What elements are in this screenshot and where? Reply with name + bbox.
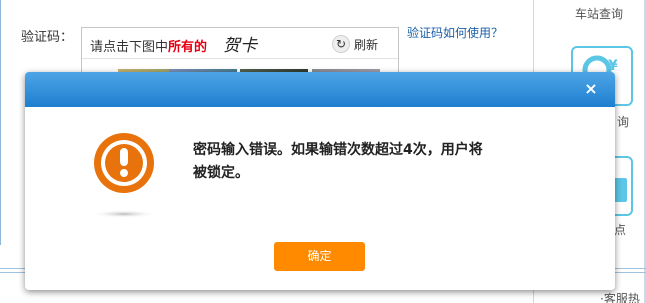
sidebar-station-query[interactable]: 车站查询 xyxy=(575,5,623,22)
error-dialog: × 密码输入错误。如果输错次数超过4次，用户将 被锁定。 确定 xyxy=(25,72,615,290)
captcha-box: 请点击下图中所有的 贺卡 ↻ 刷新 xyxy=(81,27,399,75)
captcha-word: 贺卡 xyxy=(223,36,257,56)
refresh-button[interactable]: 刷新 xyxy=(354,36,378,53)
message-line: 密码输入错误。如果输错次数超过4次，用户将 xyxy=(193,142,483,158)
captcha-label: 验证码： xyxy=(21,30,74,45)
dialog-message: 密码输入错误。如果输错次数超过4次，用户将 被锁定。 xyxy=(193,139,553,185)
dialog-header: × xyxy=(25,72,615,107)
confirm-button[interactable]: 确定 xyxy=(274,242,365,271)
close-icon[interactable]: × xyxy=(581,79,601,99)
refresh-icon[interactable]: ↻ xyxy=(332,35,350,53)
warning-icon xyxy=(91,133,157,218)
captcha-separator xyxy=(82,58,398,59)
page-left-border xyxy=(0,0,1,245)
captcha-instruction: 请点击下图中所有的 xyxy=(90,40,208,55)
footer-fragment: ·客服热线 xyxy=(600,292,640,303)
message-line: 被锁定。 xyxy=(193,165,249,181)
sidebar-item-fragment: 询 xyxy=(617,115,630,129)
captcha-help-link[interactable]: 验证码如何使用？ xyxy=(407,24,503,41)
